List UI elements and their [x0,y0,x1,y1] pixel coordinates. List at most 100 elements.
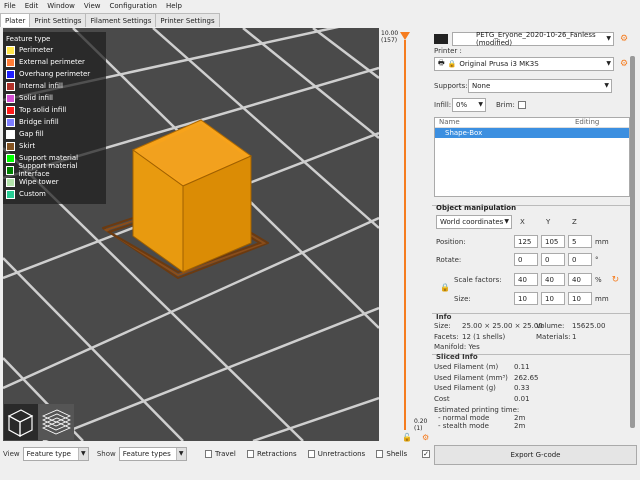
scale-label: Scale factors: [454,275,502,284]
legend-label: Gap fill [19,130,44,138]
info-materials-label: Materials: [536,333,571,341]
legend-label: Internal infill [19,82,63,90]
menu-configuration[interactable]: Configuration [110,2,157,10]
menu-file[interactable]: File [4,2,16,10]
legend-label: Skirt [19,142,36,150]
sliced-info-value: 0.11 [514,363,530,371]
brim-checkbox[interactable] [517,101,526,109]
info-size-value: 25.00 × 25.00 × 25.00 [462,322,543,330]
legend-item: Custom [6,188,103,200]
chevron-down-icon: ▼ [504,218,509,225]
position-y-input[interactable]: 105 [541,235,565,248]
legend-label: Perimeter [19,46,54,54]
size-unit: mm [595,294,609,303]
gear-icon[interactable]: ⚙ [422,433,429,442]
legend-item: Support material interface [6,162,103,178]
object-list[interactable]: Name Editing Shape-Box [434,117,630,197]
legend-swatch [6,189,15,199]
legend-title: Feature type [6,35,51,43]
filament-combo[interactable]: PETG_Eryone_2020-10-26_Fanless (modified… [452,31,614,47]
rotate-z-input[interactable]: 0 [568,253,592,266]
feature-type-legend: Feature type Perimeter External perimeter… [3,32,106,204]
layer-slider[interactable]: 10.00 (157) 0.20 (1) 🔓 ⚙ [380,28,432,442]
position-z-input[interactable]: 5 [568,235,592,248]
travel-checkbox[interactable] [204,450,212,458]
legend-label: Support material interface [18,162,78,178]
view-toggle[interactable] [4,404,74,440]
menu-edit[interactable]: Edit [25,2,39,10]
size-x-input[interactable]: 10 [514,292,538,305]
show-combo[interactable]: Feature types ▼ [118,447,187,461]
scale-y-input[interactable]: 40 [541,273,565,286]
position-label: Position: [436,237,466,246]
legend-label: External perimeter [19,58,85,66]
legend-swatch [6,177,15,187]
rotate-x-input[interactable]: 0 [514,253,538,266]
size-label: Size: [454,294,471,303]
object-row-shape-box[interactable]: Shape-Box [435,128,629,138]
tab-filament-settings[interactable]: Filament Settings [85,13,157,27]
legend-item: Gap fill [6,128,103,140]
legend-swatch [6,81,15,91]
sidebar-scrollbar[interactable] [630,56,635,428]
printer-combo[interactable]: 🖶 🔒 Original Prusa i3 MK3S ▼ [434,57,614,71]
axis-x-label: X [520,218,525,226]
layer-slider-top-label: 10.00 (157) [381,30,399,44]
chevron-down-icon: ▼ [606,60,611,67]
shells-checkbox[interactable] [376,450,384,458]
menu-help[interactable]: Help [166,2,182,10]
lock-icon[interactable]: 🔓 [402,433,412,442]
legend-label: Wipe tower [19,178,59,186]
menu-view[interactable]: View [84,2,101,10]
info-size-label: Size: [434,322,451,330]
legend-item: Overhang perimeter [6,68,103,80]
printer-settings-gear-icon[interactable]: ⚙ [620,59,628,69]
reset-scale-icon[interactable]: ↻ [612,275,620,285]
scale-lock-icon[interactable]: 🔒 [440,283,450,292]
filament-color-swatch[interactable] [434,34,448,44]
info-facets-value: 12 (1 shells) [462,333,506,341]
tab-plater[interactable]: Plater [0,13,31,27]
size-z-input[interactable]: 10 [568,292,592,305]
scale-x-input[interactable]: 40 [514,273,538,286]
shells-label: Shells [386,450,408,458]
tab-printer-settings[interactable]: Printer Settings [155,13,220,27]
layer-slider-top-handle[interactable] [400,32,410,40]
legend-item: External perimeter [6,56,103,68]
stealth-mode-label: - stealth mode [438,422,489,430]
retractions-checkbox[interactable] [246,450,254,458]
supports-combo[interactable]: None ▼ [468,79,612,93]
position-x-input[interactable]: 125 [514,235,538,248]
infill-combo[interactable]: 0% ▼ [452,98,486,112]
legend-swatch [6,69,15,79]
info-materials-value: 1 [572,333,577,341]
scale-z-input[interactable]: 40 [568,273,592,286]
legend-checkbox[interactable]: ✓ [422,450,430,458]
legend-label: Solid infill [19,94,53,102]
unretractions-checkbox[interactable] [307,450,315,458]
lock-icon: 🔒 [447,60,457,68]
view-combo[interactable]: Feature type ▼ [22,447,89,461]
size-y-input[interactable]: 10 [541,292,565,305]
filament-settings-gear-icon[interactable]: ⚙ [620,34,628,44]
export-gcode-button[interactable]: Export G-code [434,445,637,465]
legend-swatch [6,57,15,67]
axis-z-label: Z [572,218,577,226]
object-manipulation-title: Object manipulation [436,204,517,212]
tab-print-settings[interactable]: Print Settings [29,13,87,27]
infill-label: Infill: [434,101,452,109]
sliced-info-value: 262.65 [514,373,539,382]
normal-mode-label: - normal mode [438,414,490,422]
coordinates-combo[interactable]: World coordinates ▼ [436,215,512,229]
layer-slider-track[interactable] [404,40,406,430]
view-label: View [3,450,20,458]
sliced-info-label: Cost [434,394,450,403]
legend-label: Overhang perimeter [19,70,91,78]
scale-unit: % [595,275,602,284]
printer-icon: 🖶 [438,58,445,67]
menu-window[interactable]: Window [47,2,75,10]
rotate-y-input[interactable]: 0 [541,253,565,266]
chevron-down-icon: ▼ [606,35,611,42]
legend-swatch [6,93,15,103]
sliced-info-value: 0.33 [514,384,530,392]
